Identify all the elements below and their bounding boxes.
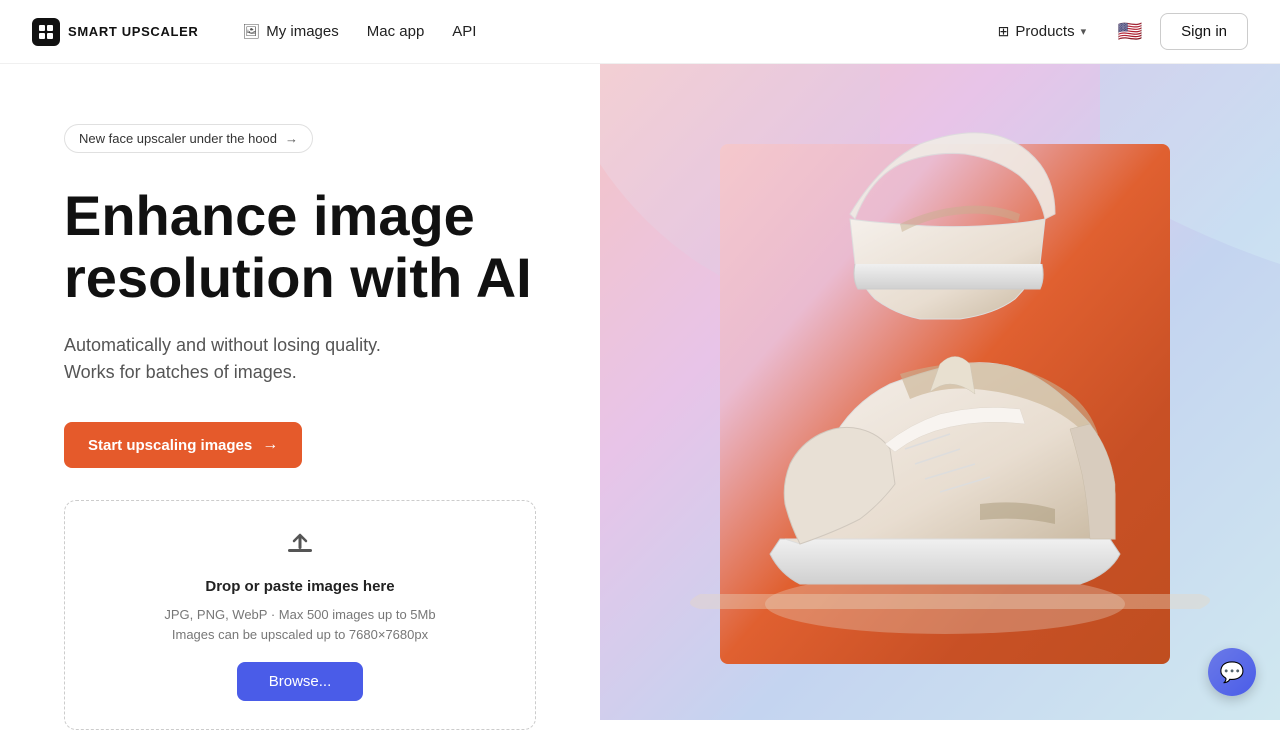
upload-subtitle-line2: Images can be upscaled up to 7680×7680px xyxy=(172,627,428,642)
hero-title-line1: Enhance image xyxy=(64,184,475,247)
chat-icon: 💬 xyxy=(1220,660,1245,685)
nav-mac-app[interactable]: Mac app xyxy=(355,15,437,48)
logo-svg xyxy=(38,24,54,40)
hero-subtitle-line1: Automatically and without losing quality… xyxy=(64,335,381,355)
signin-button[interactable]: Sign in xyxy=(1160,13,1248,50)
hero-title: Enhance image resolution with AI xyxy=(64,185,536,308)
language-button[interactable]: 🇺🇸 xyxy=(1112,14,1148,50)
upload-dropzone[interactable]: Drop or paste images here JPG, PNG, WebP… xyxy=(64,500,536,730)
hero-image xyxy=(600,64,1280,720)
flag-icon: 🇺🇸 xyxy=(1118,19,1143,44)
left-panel: New face upscaler under the hood → Enhan… xyxy=(0,64,600,720)
upload-title: Drop or paste images here xyxy=(205,578,394,595)
logo-icon xyxy=(32,18,60,46)
upload-subtitle-line1: JPG, PNG, WebP · Max 500 images up to 5M… xyxy=(164,607,435,622)
nav-api[interactable]: API xyxy=(440,15,488,48)
upload-svg xyxy=(284,529,316,561)
nav-api-label: API xyxy=(452,23,476,40)
main-content: New face upscaler under the hood → Enhan… xyxy=(0,64,1280,720)
upload-icon xyxy=(284,529,316,568)
announcement-text: New face upscaler under the hood xyxy=(79,131,277,146)
nav-links: 🖼 My images Mac app API xyxy=(230,15,488,48)
nav-my-images-label: My images xyxy=(266,23,339,40)
nav-right: ⊞ Products ▾ 🇺🇸 Sign in xyxy=(984,13,1248,50)
sneaker-illustration xyxy=(600,64,1280,720)
nav-my-images[interactable]: 🖼 My images xyxy=(230,15,350,48)
logo[interactable]: SMART UPSCALER xyxy=(32,18,198,46)
hero-subtitle: Automatically and without losing quality… xyxy=(64,332,536,386)
chat-button[interactable]: 💬 xyxy=(1208,648,1256,696)
nav-mac-app-label: Mac app xyxy=(367,23,425,40)
image-bg xyxy=(600,64,1280,720)
products-button[interactable]: ⊞ Products ▾ xyxy=(984,15,1100,48)
hero-title-line2: resolution with AI xyxy=(64,246,532,309)
cta-arrow-icon: → xyxy=(262,436,278,454)
navbar: SMART UPSCALER 🖼 My images Mac app API ⊞… xyxy=(0,0,1280,64)
cta-label: Start upscaling images xyxy=(88,437,252,454)
logo-text: SMART UPSCALER xyxy=(68,24,198,39)
chevron-down-icon: ▾ xyxy=(1081,25,1087,38)
images-icon: 🖼 xyxy=(242,23,260,40)
upload-subtitle: JPG, PNG, WebP · Max 500 images up to 5M… xyxy=(164,605,435,644)
products-label: Products xyxy=(1015,23,1074,40)
cta-button[interactable]: Start upscaling images → xyxy=(64,422,302,468)
badge-arrow-icon: → xyxy=(285,131,298,146)
announcement-badge[interactable]: New face upscaler under the hood → xyxy=(64,124,313,153)
hero-subtitle-line2: Works for batches of images. xyxy=(64,362,297,382)
browse-button[interactable]: Browse... xyxy=(237,662,364,701)
grid-icon: ⊞ xyxy=(998,23,1010,40)
